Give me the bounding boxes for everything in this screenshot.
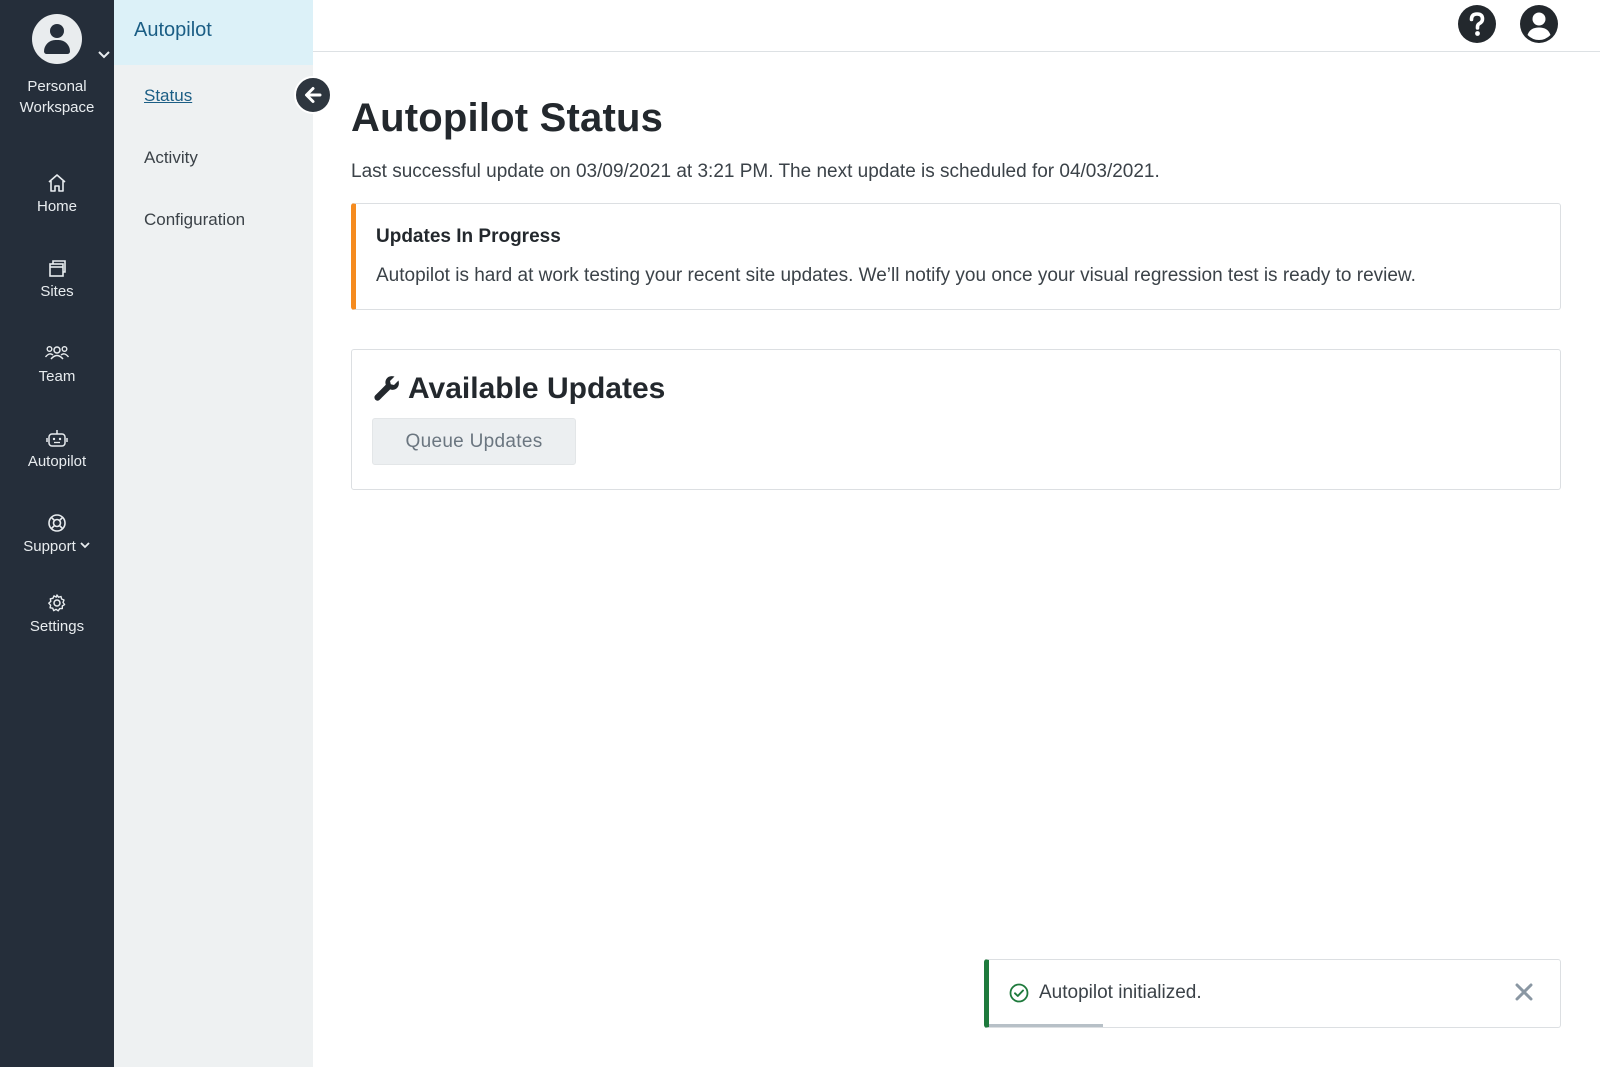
rail-item-settings[interactable]: Settings bbox=[0, 592, 114, 635]
rail-label-settings: Settings bbox=[29, 618, 85, 635]
rail-item-sites[interactable]: Sites bbox=[0, 257, 114, 300]
sites-icon bbox=[49, 260, 66, 277]
top-bar bbox=[313, 0, 1600, 52]
available-updates-panel: Available Updates Queue Updates bbox=[351, 349, 1561, 490]
check-circle-icon bbox=[1009, 983, 1029, 1003]
rail-item-home[interactable]: Home bbox=[0, 172, 114, 215]
rail-item-support[interactable]: Support bbox=[0, 512, 114, 555]
primary-sidebar: Personal Workspace Home Sites Team Autop… bbox=[0, 0, 114, 1067]
toast-progress-bar bbox=[989, 1024, 1104, 1027]
alert-title: Updates In Progress bbox=[376, 226, 561, 247]
panel-title-text: Available Updates bbox=[408, 372, 666, 405]
rail-label-support: Support bbox=[23, 538, 76, 555]
rail-label-autopilot: Autopilot bbox=[27, 453, 87, 470]
chevron-down-icon[interactable] bbox=[97, 48, 111, 62]
subnav-title[interactable]: Autopilot bbox=[114, 0, 313, 65]
secondary-sidebar: Autopilot Status Activity Configuration bbox=[114, 0, 313, 1067]
workspace-avatar[interactable] bbox=[32, 14, 82, 64]
toast-message: Autopilot initialized. bbox=[1009, 982, 1202, 1004]
user-circle-icon[interactable] bbox=[1519, 4, 1559, 44]
question-circle-icon[interactable] bbox=[1457, 4, 1497, 44]
rail-label-team: Team bbox=[38, 368, 76, 385]
page-title: Autopilot Status bbox=[351, 96, 664, 140]
panel-title: Available Updates bbox=[372, 372, 1560, 406]
updates-in-progress-alert: Updates In Progress Autopilot is hard at… bbox=[351, 203, 1561, 310]
subnav-item-status[interactable]: Status bbox=[144, 86, 192, 106]
collapse-sidebar-button[interactable] bbox=[294, 76, 332, 114]
queue-updates-button[interactable]: Queue Updates bbox=[372, 418, 576, 465]
rail-label-sites: Sites bbox=[40, 283, 74, 300]
team-icon bbox=[44, 345, 70, 360]
workspace-label: Personal Workspace bbox=[19, 78, 95, 116]
home-icon bbox=[48, 174, 66, 192]
rail-label-home: Home bbox=[36, 198, 77, 215]
gear-icon bbox=[48, 594, 66, 612]
toast-text: Autopilot initialized. bbox=[1039, 982, 1202, 1003]
arrow-left-icon bbox=[305, 87, 322, 103]
main-content: Autopilot Status Last successful update … bbox=[351, 52, 1561, 490]
rail-item-team[interactable]: Team bbox=[0, 342, 114, 385]
subnav-item-configuration[interactable]: Configuration bbox=[144, 210, 245, 230]
subnav-item-activity[interactable]: Activity bbox=[144, 148, 198, 168]
alert-body: Autopilot is hard at work testing your r… bbox=[376, 265, 1416, 286]
workspace-switcher[interactable]: Personal Workspace bbox=[0, 14, 114, 118]
chevron-down-icon bbox=[80, 541, 90, 548]
rail-item-autopilot[interactable]: Autopilot bbox=[0, 427, 114, 470]
close-icon[interactable] bbox=[1512, 980, 1536, 1004]
wrench-icon bbox=[374, 376, 399, 401]
toast-notification: Autopilot initialized. bbox=[984, 959, 1561, 1028]
life-ring-icon bbox=[48, 514, 66, 532]
update-schedule-text: Last successful update on 03/09/2021 at … bbox=[351, 161, 1160, 182]
robot-icon bbox=[46, 430, 68, 447]
